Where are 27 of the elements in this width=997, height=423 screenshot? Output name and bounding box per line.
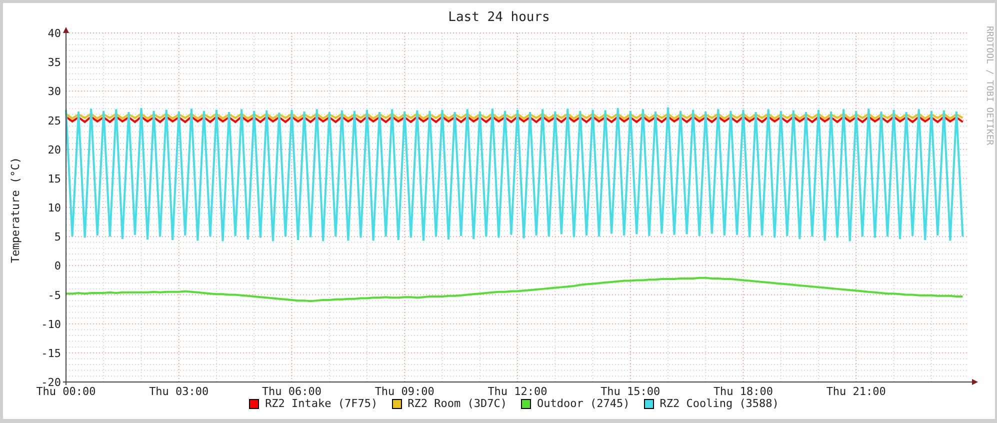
- axis-label: 20: [48, 143, 61, 156]
- axis-label: Thu 03:00: [148, 385, 208, 396]
- axis-label: Thu 21:00: [826, 385, 886, 396]
- axis-label: Thu 06:00: [262, 385, 322, 396]
- axis-label: 30: [48, 85, 61, 98]
- axis-label: 35: [48, 56, 61, 70]
- legend-label: RZ2 Cooling (3588): [660, 396, 779, 412]
- axis-label: 0: [54, 260, 61, 273]
- axis-label: 10: [48, 202, 61, 214]
- axis-label: Thu 15:00: [600, 385, 660, 396]
- axis-label: -10: [40, 318, 61, 331]
- axis-label: 40: [48, 27, 61, 40]
- chart-title: Last 24 hours: [448, 11, 550, 24]
- y-axis-title: Temperature (°C): [8, 157, 24, 263]
- axis-label: Thu 09:00: [374, 385, 434, 396]
- axis-label: -15: [40, 346, 61, 360]
- axis-label: 25: [48, 114, 61, 128]
- axis-label: Thu 12:00: [487, 385, 548, 396]
- credit-text: RRDTOOL / TOBI OETIKER: [983, 26, 995, 148]
- axis-label: 15: [48, 172, 61, 186]
- axis-label: Thu 00:00: [36, 385, 96, 396]
- axis-label: Thu 18:00: [713, 385, 773, 396]
- axis-label: 5: [54, 230, 61, 244]
- legend-label: RZ2 Intake (7F75): [265, 396, 378, 412]
- legend-label: RZ2 Room (3D7C): [408, 396, 507, 412]
- axis-label: -5: [48, 288, 61, 302]
- legend-label: Outdoor (2745): [537, 396, 630, 412]
